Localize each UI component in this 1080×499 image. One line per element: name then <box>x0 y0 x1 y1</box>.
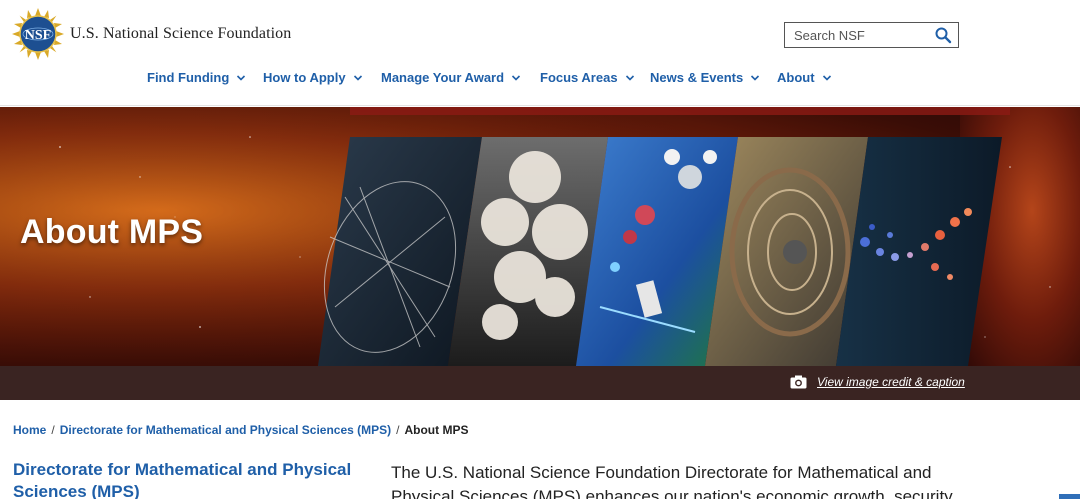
intro-paragraph: The U.S. National Science Foundation Dir… <box>391 463 953 499</box>
chevron-down-icon <box>511 74 521 81</box>
nav-news-events[interactable]: News & Events <box>650 70 760 85</box>
search-form <box>784 22 959 48</box>
nsf-seal-icon: NSF <box>12 8 64 60</box>
search-input[interactable] <box>785 23 933 47</box>
chevron-down-icon <box>751 74 760 81</box>
camera-icon <box>790 375 807 389</box>
nav-label: Focus Areas <box>540 70 618 85</box>
chevron-down-icon <box>353 74 362 81</box>
breadcrumb: Home / Directorate for Mathematical and … <box>13 423 468 437</box>
view-image-credit-link[interactable]: View image credit & caption <box>790 375 965 389</box>
page-title: About MPS <box>20 213 204 251</box>
breadcrumb-separator: / <box>51 423 55 437</box>
nav-focus-areas[interactable]: Focus Areas <box>540 70 635 85</box>
nav-label: Manage Your Award <box>381 70 505 85</box>
nav-manage-your-award[interactable]: Manage Your Award <box>381 70 521 85</box>
chevron-down-icon <box>822 74 831 81</box>
site-name: U.S. National Science Foundation <box>70 25 292 42</box>
nav-label: How to Apply <box>263 70 346 85</box>
breadcrumb-current: About MPS <box>404 423 469 437</box>
nav-label: Find Funding <box>147 70 230 85</box>
nav-about[interactable]: About <box>777 70 832 85</box>
search-icon[interactable] <box>934 26 952 44</box>
breadcrumb-separator: / <box>396 423 400 437</box>
breadcrumb-directorate-link[interactable]: Directorate for Mathematical and Physica… <box>60 423 391 437</box>
nav-label: About <box>777 70 815 85</box>
hero-banner: About MPS <box>0 107 1080 366</box>
scroll-to-top-button[interactable] <box>1059 494 1080 499</box>
sidebar-directorate-link[interactable]: Directorate for Mathematical and Physica… <box>13 459 363 499</box>
main-navigation: Find Funding How to Apply Manage Your Aw… <box>0 70 1080 92</box>
site-header: NSF U.S. National Science Foundation Fin… <box>0 0 1080 106</box>
nsf-home-logo-link[interactable]: NSF U.S. National Science Foundation <box>12 8 291 60</box>
seal-text: NSF <box>25 28 51 43</box>
chevron-down-icon <box>237 74 246 81</box>
caption-link-label: View image credit & caption <box>817 375 965 389</box>
image-caption-bar: View image credit & caption <box>0 366 1080 400</box>
chevron-down-icon <box>625 74 634 81</box>
nav-label: News & Events <box>650 70 744 85</box>
nav-how-to-apply[interactable]: How to Apply <box>263 70 363 85</box>
breadcrumb-home-link[interactable]: Home <box>13 423 46 437</box>
nav-find-funding[interactable]: Find Funding <box>147 70 246 85</box>
